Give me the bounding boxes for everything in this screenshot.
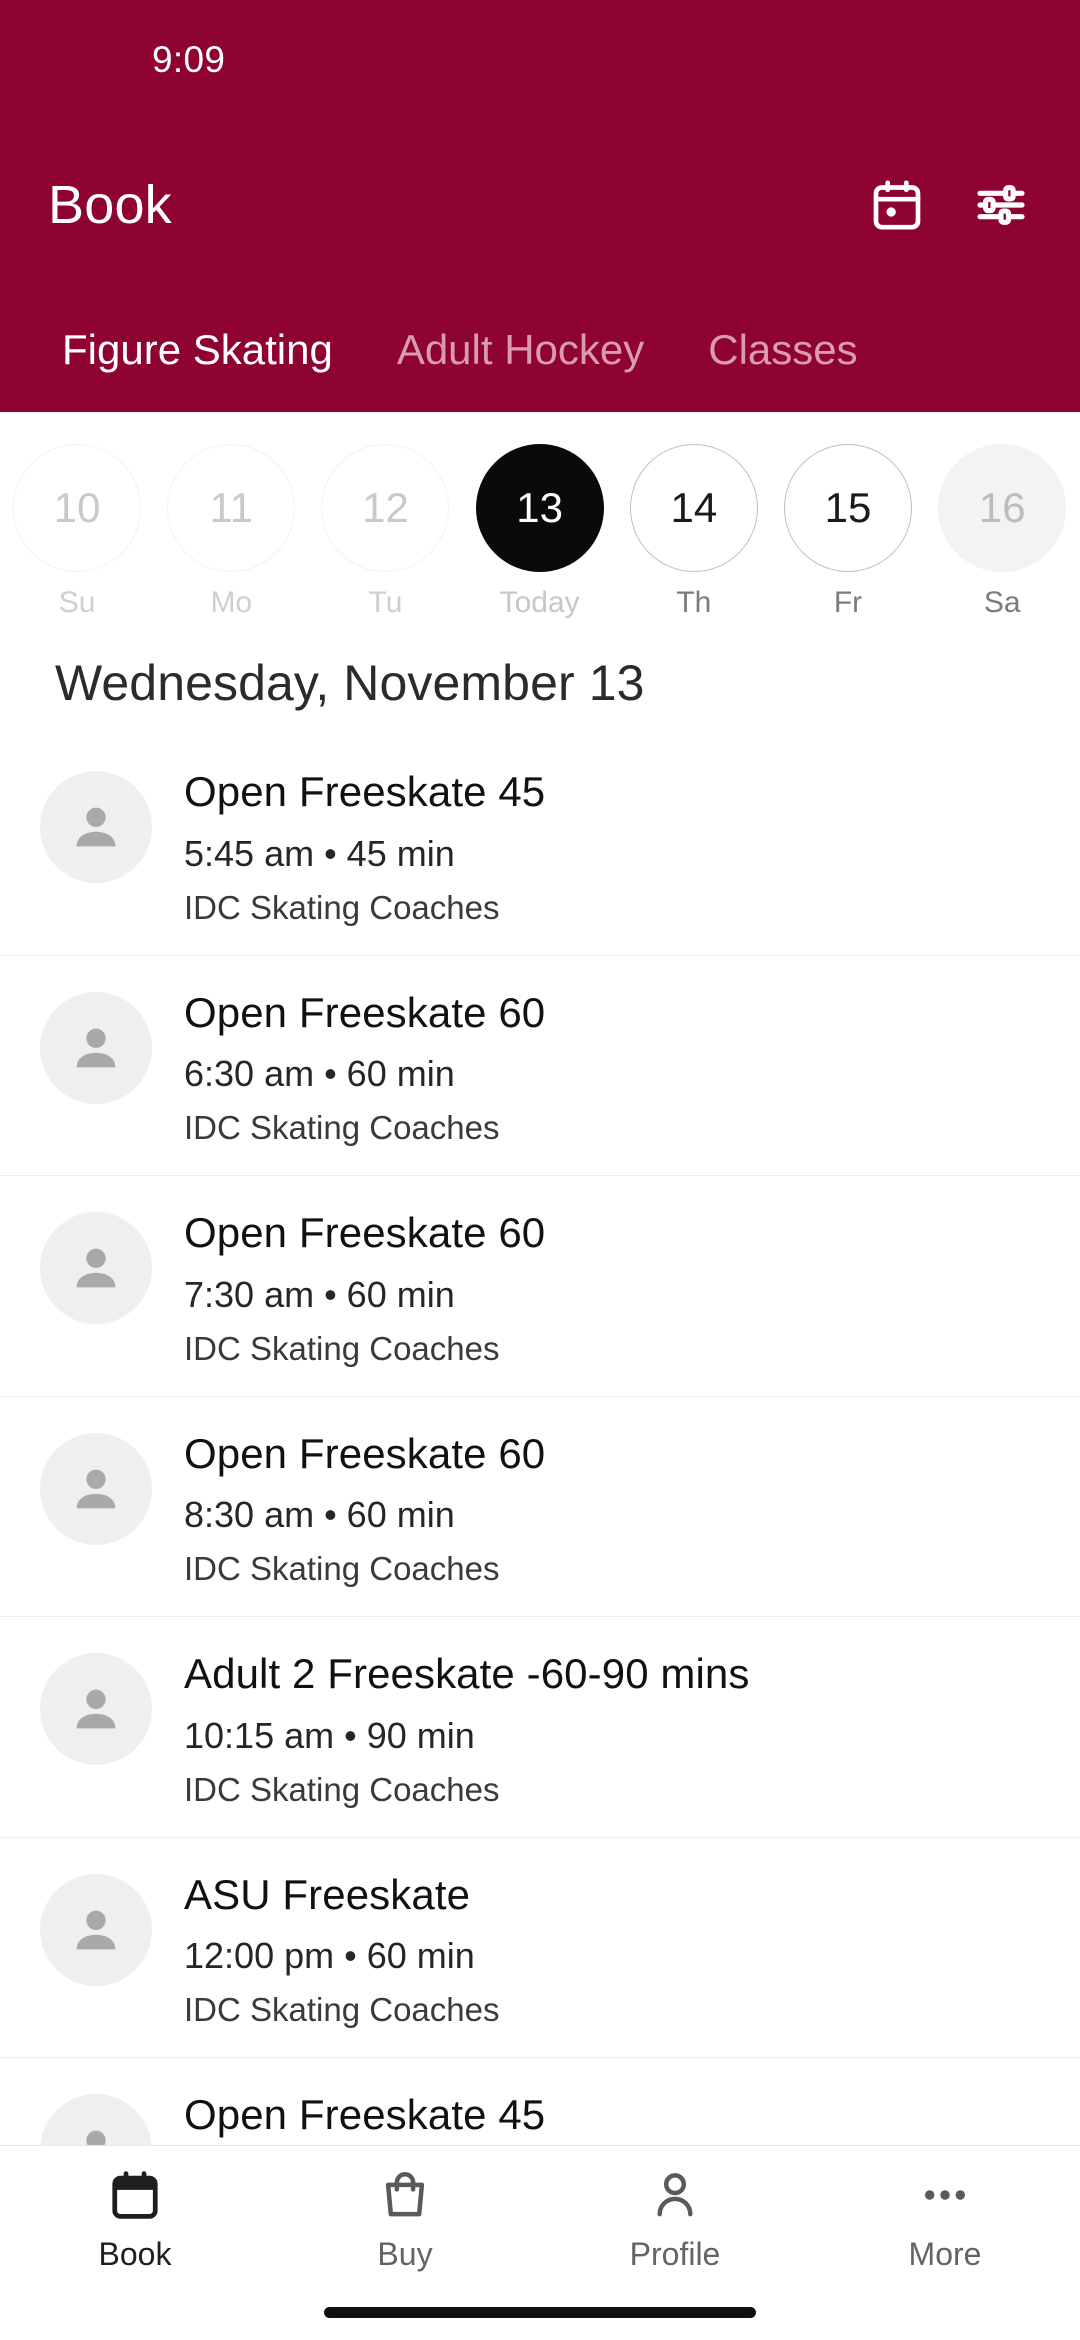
date-chip-number: 16 <box>938 444 1067 572</box>
date-chip-weekday: Su <box>58 586 96 619</box>
session-provider: IDC Skating Coaches <box>184 1991 500 2029</box>
date-chip-number: 11 <box>167 444 296 572</box>
person-avatar-icon <box>40 771 152 883</box>
ellipsis-icon <box>918 2164 972 2226</box>
session-title: Open Freeskate 60 <box>184 988 546 1036</box>
session-meta: 10:15 am • 90 min <box>184 1714 475 1756</box>
session-text: Open Freeskate 45 <box>184 2088 545 2145</box>
tab-classes[interactable]: Classes <box>676 326 889 410</box>
date-chip-weekday: Mo <box>210 586 253 619</box>
session-meta: 12:00 pm • 60 min <box>184 1935 475 1977</box>
status-bar-time: 9:09 <box>152 39 226 80</box>
session-meta: 8:30 am • 60 min <box>184 1494 455 1536</box>
date-chip-weekday: Th <box>676 586 712 619</box>
date-chip-number: 14 <box>629 444 758 572</box>
date-chip-number: 10 <box>13 444 142 572</box>
session-text: Adult 2 Freeskate -60-90 mins 10:15 am •… <box>184 1647 750 1809</box>
person-avatar-icon <box>40 1873 152 1986</box>
session-meta: 7:30 am • 60 min <box>184 1273 455 1315</box>
person-avatar-icon <box>40 1653 152 1766</box>
session-row[interactable]: Open Freeskate 60 7:30 am • 60 min IDC S… <box>0 1176 1080 1397</box>
date-chip-number: 15 <box>784 444 913 572</box>
app-screen: 9:09 Book Figure Skating Adult Hockey Cl… <box>0 0 1080 2340</box>
selected-day-heading: Wednesday, November 13 <box>55 655 645 711</box>
person-avatar-icon <box>40 991 152 1104</box>
nav-item-label: Profile <box>629 2236 721 2272</box>
session-title: Open Freeskate 45 <box>184 2091 546 2139</box>
date-chip-number: 12 <box>321 444 450 572</box>
session-list-inner: Open Freeskate 45 5:45 am • 45 min IDC S… <box>0 735 1080 2145</box>
app-header: 9:09 Book Figure Skating Adult Hockey Cl… <box>0 0 1080 412</box>
date-chip-weekday: Fr <box>833 586 863 619</box>
date-chip-12[interactable]: 12 Tu <box>308 444 462 620</box>
status-bar: 9:09 <box>0 0 1080 120</box>
date-chip-16[interactable]: 16 Sa <box>925 444 1079 620</box>
session-row[interactable]: Open Freeskate 60 8:30 am • 60 min IDC S… <box>0 1396 1080 1618</box>
session-list[interactable]: Open Freeskate 45 5:45 am • 45 min IDC S… <box>0 735 1080 2145</box>
session-provider: IDC Skating Coaches <box>184 1770 500 1808</box>
date-chip-weekday: Sa <box>983 586 1021 619</box>
session-text: Open Freeskate 45 5:45 am • 45 min IDC S… <box>184 765 545 927</box>
person-icon <box>648 2164 702 2226</box>
session-provider: IDC Skating Coaches <box>184 1329 500 1367</box>
date-chip-number: 13 <box>475 444 604 572</box>
tab-figure-skating[interactable]: Figure Skating <box>30 326 365 410</box>
session-title: Open Freeskate 60 <box>184 1209 546 1257</box>
session-text: Open Freeskate 60 6:30 am • 60 min IDC S… <box>184 986 545 1148</box>
nav-item-label: Book <box>98 2236 172 2272</box>
nav-item-profile[interactable]: Profile <box>540 2164 810 2273</box>
session-title: Open Freeskate 60 <box>184 1429 546 1477</box>
date-chip-15[interactable]: 15 Fr <box>771 444 925 620</box>
date-chip-weekday: Tu <box>368 586 403 619</box>
date-strip[interactable]: 10 Su 11 Mo 12 Tu 13 Today 14 Th 15 Fr 1… <box>0 412 1080 620</box>
session-text: Open Freeskate 60 8:30 am • 60 min IDC S… <box>184 1427 545 1589</box>
category-tabs: Figure Skating Adult Hockey Classes <box>0 290 1080 410</box>
home-indicator <box>324 2307 756 2318</box>
app-bar: Book <box>0 120 1080 290</box>
tab-adult-hockey[interactable]: Adult Hockey <box>365 326 676 410</box>
person-avatar-icon <box>40 1432 152 1545</box>
date-chip-10[interactable]: 10 Su <box>0 444 154 620</box>
filter-sliders-icon[interactable] <box>970 174 1032 236</box>
session-row[interactable]: Open Freeskate 45 <box>0 2058 1080 2145</box>
session-provider: IDC Skating Coaches <box>184 888 500 926</box>
session-text: Open Freeskate 60 7:30 am • 60 min IDC S… <box>184 1206 545 1368</box>
nav-item-label: Buy <box>377 2236 433 2272</box>
session-text: ASU Freeskate 12:00 pm • 60 min IDC Skat… <box>184 1868 499 2030</box>
session-title: Open Freeskate 45 <box>184 768 546 815</box>
session-meta: 5:45 am • 45 min <box>184 832 455 874</box>
session-title: Adult 2 Freeskate -60-90 mins <box>184 1650 750 1698</box>
calendar-icon[interactable] <box>866 174 928 236</box>
nav-item-more[interactable]: More <box>810 2164 1080 2273</box>
date-chip-14[interactable]: 14 Th <box>617 444 771 620</box>
session-row[interactable]: Adult 2 Freeskate -60-90 mins 10:15 am •… <box>0 1617 1080 1838</box>
calendar-icon <box>108 2164 162 2226</box>
nav-item-label: More <box>908 2236 982 2272</box>
page-title: Book <box>48 175 172 235</box>
date-chip-11[interactable]: 11 Mo <box>154 444 308 620</box>
person-avatar-icon <box>40 1212 152 1325</box>
nav-item-book[interactable]: Book <box>0 2164 270 2273</box>
session-row[interactable]: Open Freeskate 60 6:30 am • 60 min IDC S… <box>0 955 1080 1177</box>
nav-item-buy[interactable]: Buy <box>270 2164 540 2273</box>
session-meta: 6:30 am • 60 min <box>184 1053 455 1095</box>
session-row[interactable]: Open Freeskate 45 5:45 am • 45 min IDC S… <box>0 735 1080 956</box>
shopping-bag-icon <box>378 2164 432 2226</box>
date-chip-weekday: Today <box>499 586 580 619</box>
person-avatar-icon <box>40 2094 152 2145</box>
session-row[interactable]: ASU Freeskate 12:00 pm • 60 min IDC Skat… <box>0 1837 1080 2059</box>
app-bar-actions <box>866 174 1032 236</box>
date-chip-13-selected[interactable]: 13 Today <box>463 444 617 620</box>
session-title: ASU Freeskate <box>184 1870 471 1918</box>
session-provider: IDC Skating Coaches <box>184 1550 500 1588</box>
session-provider: IDC Skating Coaches <box>184 1109 500 1147</box>
